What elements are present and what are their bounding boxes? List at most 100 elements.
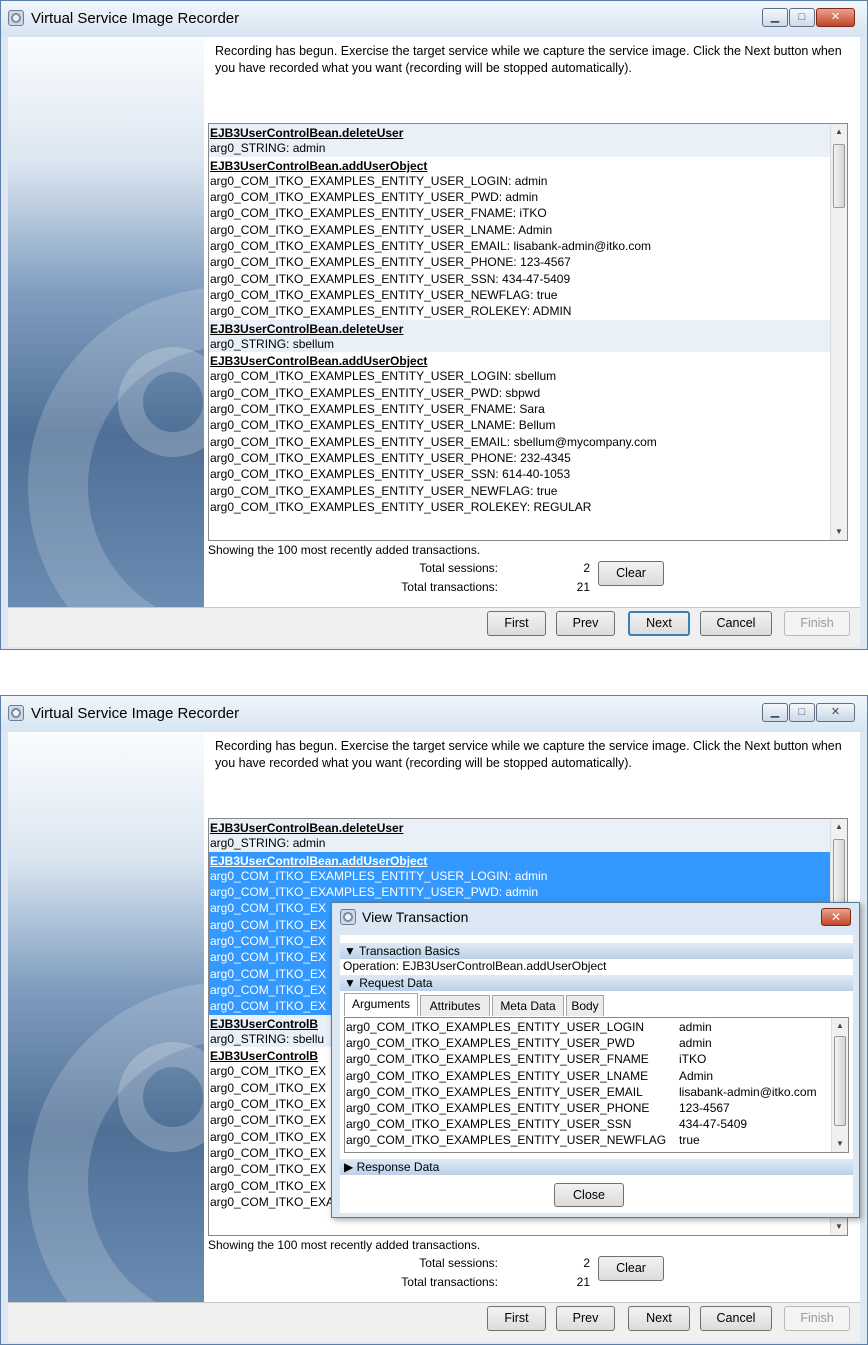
close-button[interactable]: ✕ [816, 8, 855, 27]
transaction-row[interactable]: arg0_STRING: sbellum [209, 335, 830, 353]
arguments-scrollbar[interactable]: ▲ ▼ [831, 1018, 848, 1152]
transaction-row[interactable]: arg0_COM_ITKO_EXAMPLES_ENTITY_USER_SSN: … [209, 466, 830, 482]
transaction-row[interactable]: arg0_COM_ITKO_EXAMPLES_ENTITY_USER_SSN: … [209, 271, 830, 287]
transaction-row[interactable]: arg0_COM_ITKO_EXAMPLES_ENTITY_USER_EMAIL… [209, 238, 830, 254]
argument-value: admin [679, 1020, 712, 1034]
transaction-row[interactable]: arg0_COM_ITKO_EXAMPLES_ENTITY_USER_ROLEK… [209, 499, 830, 515]
transaction-row[interactable]: arg0_COM_ITKO_EXAMPLES_ENTITY_USER_PHONE… [209, 254, 830, 270]
transaction-row[interactable]: arg0_COM_ITKO_EXAMPLES_ENTITY_USER_PHONE… [209, 450, 830, 466]
scroll-down-icon[interactable]: ▼ [831, 524, 847, 540]
argument-name: arg0_COM_ITKO_EXAMPLES_ENTITY_USER_FNAME [346, 1052, 649, 1067]
transaction-row[interactable]: arg0_COM_ITKO_EXAMPLES_ENTITY_USER_LNAME… [209, 417, 830, 433]
argument-row[interactable]: arg0_COM_ITKO_EXAMPLES_ENTITY_USER_PHONE… [345, 1100, 833, 1116]
transaction-row[interactable]: arg0_COM_ITKO_EXAMPLES_ENTITY_USER_LNAME… [209, 222, 830, 238]
sidebar-graphic [8, 37, 204, 607]
close-button[interactable]: ✕ [816, 703, 855, 722]
transaction-row[interactable]: arg0_COM_ITKO_EXAMPLES_ENTITY_USER_LOGIN… [209, 173, 830, 189]
transaction-row[interactable]: arg0_COM_ITKO_EXAMPLES_ENTITY_USER_PWD: … [209, 385, 830, 401]
cancel-button[interactable]: Cancel [700, 1306, 772, 1331]
transaction-row[interactable]: arg0_COM_ITKO_EXAMPLES_ENTITY_USER_LOGIN… [209, 867, 830, 885]
sessions-count: 2 [583, 561, 590, 575]
vertical-scrollbar[interactable]: ▲ ▼ [830, 124, 847, 540]
argument-value: admin [679, 1036, 712, 1051]
transaction-row[interactable]: arg0_COM_ITKO_EXAMPLES_ENTITY_USER_FNAME… [209, 205, 830, 221]
next-button[interactable]: Next [628, 1306, 690, 1331]
argument-row[interactable]: arg0_COM_ITKO_EXAMPLES_ENTITY_USER_NEWFL… [345, 1132, 833, 1148]
argument-value: 434-47-5409 [679, 1117, 748, 1132]
transaction-row[interactable]: arg0_COM_ITKO_EXAMPLES_ENTITY_USER_PWD: … [209, 189, 830, 205]
clear-button[interactable]: Clear [598, 1256, 664, 1281]
tab-body[interactable]: Body [566, 995, 604, 1016]
transaction-row[interactable]: arg0_COM_ITKO_EXAMPLES_ENTITY_USER_NEWFL… [209, 287, 830, 303]
prev-button[interactable]: Prev [556, 1306, 615, 1331]
argument-row[interactable]: arg0_COM_ITKO_EXAMPLES_ENTITY_USER_EMAIL… [345, 1084, 833, 1100]
dialog-icon [340, 909, 356, 925]
transaction-row[interactable]: arg0_COM_ITKO_EXAMPLES_ENTITY_USER_LOGIN… [209, 368, 830, 384]
recorder-window: Virtual Service Image Recorder ▁ □ ✕ Rec… [0, 0, 868, 650]
transaction-row[interactable]: arg0_COM_ITKO_EXAMPLES_ENTITY_USER_ROLEK… [209, 303, 830, 319]
finish-button[interactable]: Finish [784, 1306, 850, 1331]
transaction-header[interactable]: EJB3UserControlBean.deleteUser [209, 319, 830, 336]
scroll-thumb[interactable] [833, 839, 845, 903]
argument-row[interactable]: arg0_COM_ITKO_EXAMPLES_ENTITY_USER_SSN 43… [345, 1116, 833, 1132]
dialog-title: View Transaction [362, 909, 469, 925]
prev-button[interactable]: Prev [556, 611, 615, 636]
argument-name: arg0_COM_ITKO_EXAMPLES_ENTITY_USER_SSN [346, 1117, 632, 1132]
first-button[interactable]: First [487, 1306, 546, 1331]
transaction-basics-header[interactable]: ▼ Transaction Basics [340, 943, 853, 959]
transaction-header[interactable]: EJB3UserControlBean.addUserObject [209, 157, 830, 173]
scroll-down-icon[interactable]: ▼ [831, 1219, 847, 1235]
argument-value: Admin [679, 1068, 714, 1083]
tab-meta-data[interactable]: Meta Data [492, 995, 564, 1016]
argument-row[interactable]: arg0_COM_ITKO_EXAMPLES_ENTITY_USER_FNAME… [345, 1051, 833, 1067]
tab-attributes[interactable]: Attributes [420, 995, 490, 1016]
dialog-close-icon[interactable]: ✕ [821, 908, 851, 926]
scroll-up-icon[interactable]: ▲ [831, 124, 847, 140]
view-transaction-dialog: View Transaction ✕ ▼ Transaction Basics … [331, 902, 860, 1218]
transaction-header[interactable]: EJB3UserControlBean.deleteUser [209, 124, 830, 141]
transaction-row[interactable]: arg0_COM_ITKO_EXAMPLES_ENTITY_USER_NEWFL… [209, 483, 830, 499]
scroll-thumb[interactable] [834, 1036, 846, 1126]
showing-text: Showing the 100 most recently added tran… [208, 543, 481, 557]
transactions-count: 21 [576, 1275, 590, 1289]
first-button[interactable]: First [487, 611, 546, 636]
finish-button[interactable]: Finish [784, 611, 850, 636]
transactions-label: Total transactions: [401, 1275, 498, 1289]
scroll-down-icon[interactable]: ▼ [832, 1136, 848, 1152]
cancel-button[interactable]: Cancel [700, 611, 772, 636]
transaction-list[interactable]: EJB3UserControlBean.deleteUser arg0_STRIN… [208, 123, 848, 541]
transaction-row[interactable]: arg0_STRING: admin [209, 835, 830, 852]
scroll-up-icon[interactable]: ▲ [832, 1018, 848, 1034]
dialog-close-button[interactable]: Close [554, 1183, 624, 1207]
transaction-header[interactable]: EJB3UserControlBean.addUserObject [209, 352, 830, 368]
scroll-up-icon[interactable]: ▲ [831, 819, 847, 835]
showing-text: Showing the 100 most recently added tran… [208, 1238, 481, 1252]
arguments-table[interactable]: arg0_COM_ITKO_EXAMPLES_ENTITY_USER_LOGIN… [344, 1017, 849, 1153]
scroll-thumb[interactable] [833, 144, 845, 208]
tab-arguments[interactable]: Arguments [344, 993, 418, 1016]
maximize-button[interactable]: □ [789, 703, 815, 722]
response-data-header[interactable]: ▶ Response Data [340, 1159, 853, 1175]
transaction-row[interactable]: arg0_COM_ITKO_EXAMPLES_ENTITY_USER_EMAIL… [209, 434, 830, 450]
transactions-count: 21 [576, 580, 590, 594]
button-bar: First Prev Next Cancel Finish [8, 607, 860, 647]
minimize-button[interactable]: ▁ [762, 703, 788, 722]
transaction-row[interactable]: arg0_COM_ITKO_EXAMPLES_ENTITY_USER_PWD: … [209, 884, 830, 901]
window-title: Virtual Service Image Recorder [31, 10, 240, 27]
argument-row[interactable]: arg0_COM_ITKO_EXAMPLES_ENTITY_USER_LOGIN… [345, 1019, 833, 1035]
minimize-button[interactable]: ▁ [762, 8, 788, 27]
transaction-header[interactable]: EJB3UserControlBean.addUserObject [209, 851, 830, 868]
next-button[interactable]: Next [628, 611, 690, 636]
argument-value: iTKO [679, 1052, 707, 1067]
argument-row[interactable]: arg0_COM_ITKO_EXAMPLES_ENTITY_USER_PWD ad… [345, 1035, 833, 1051]
transaction-row[interactable]: arg0_COM_ITKO_EXAMPLES_ENTITY_USER_FNAME… [209, 401, 830, 417]
maximize-button[interactable]: □ [789, 8, 815, 27]
argument-name: arg0_COM_ITKO_EXAMPLES_ENTITY_USER_LNAME [346, 1068, 649, 1083]
argument-row[interactable]: arg0_COM_ITKO_EXAMPLES_ENTITY_USER_LNAME… [345, 1068, 833, 1084]
transaction-header[interactable]: EJB3UserControlBean.deleteUser [209, 819, 830, 836]
request-data-header[interactable]: ▼ Request Data [340, 975, 853, 991]
transactions-label: Total transactions: [401, 580, 498, 594]
transaction-row[interactable]: arg0_STRING: admin [209, 140, 830, 157]
argument-value: true [679, 1133, 700, 1148]
clear-button[interactable]: Clear [598, 561, 664, 586]
